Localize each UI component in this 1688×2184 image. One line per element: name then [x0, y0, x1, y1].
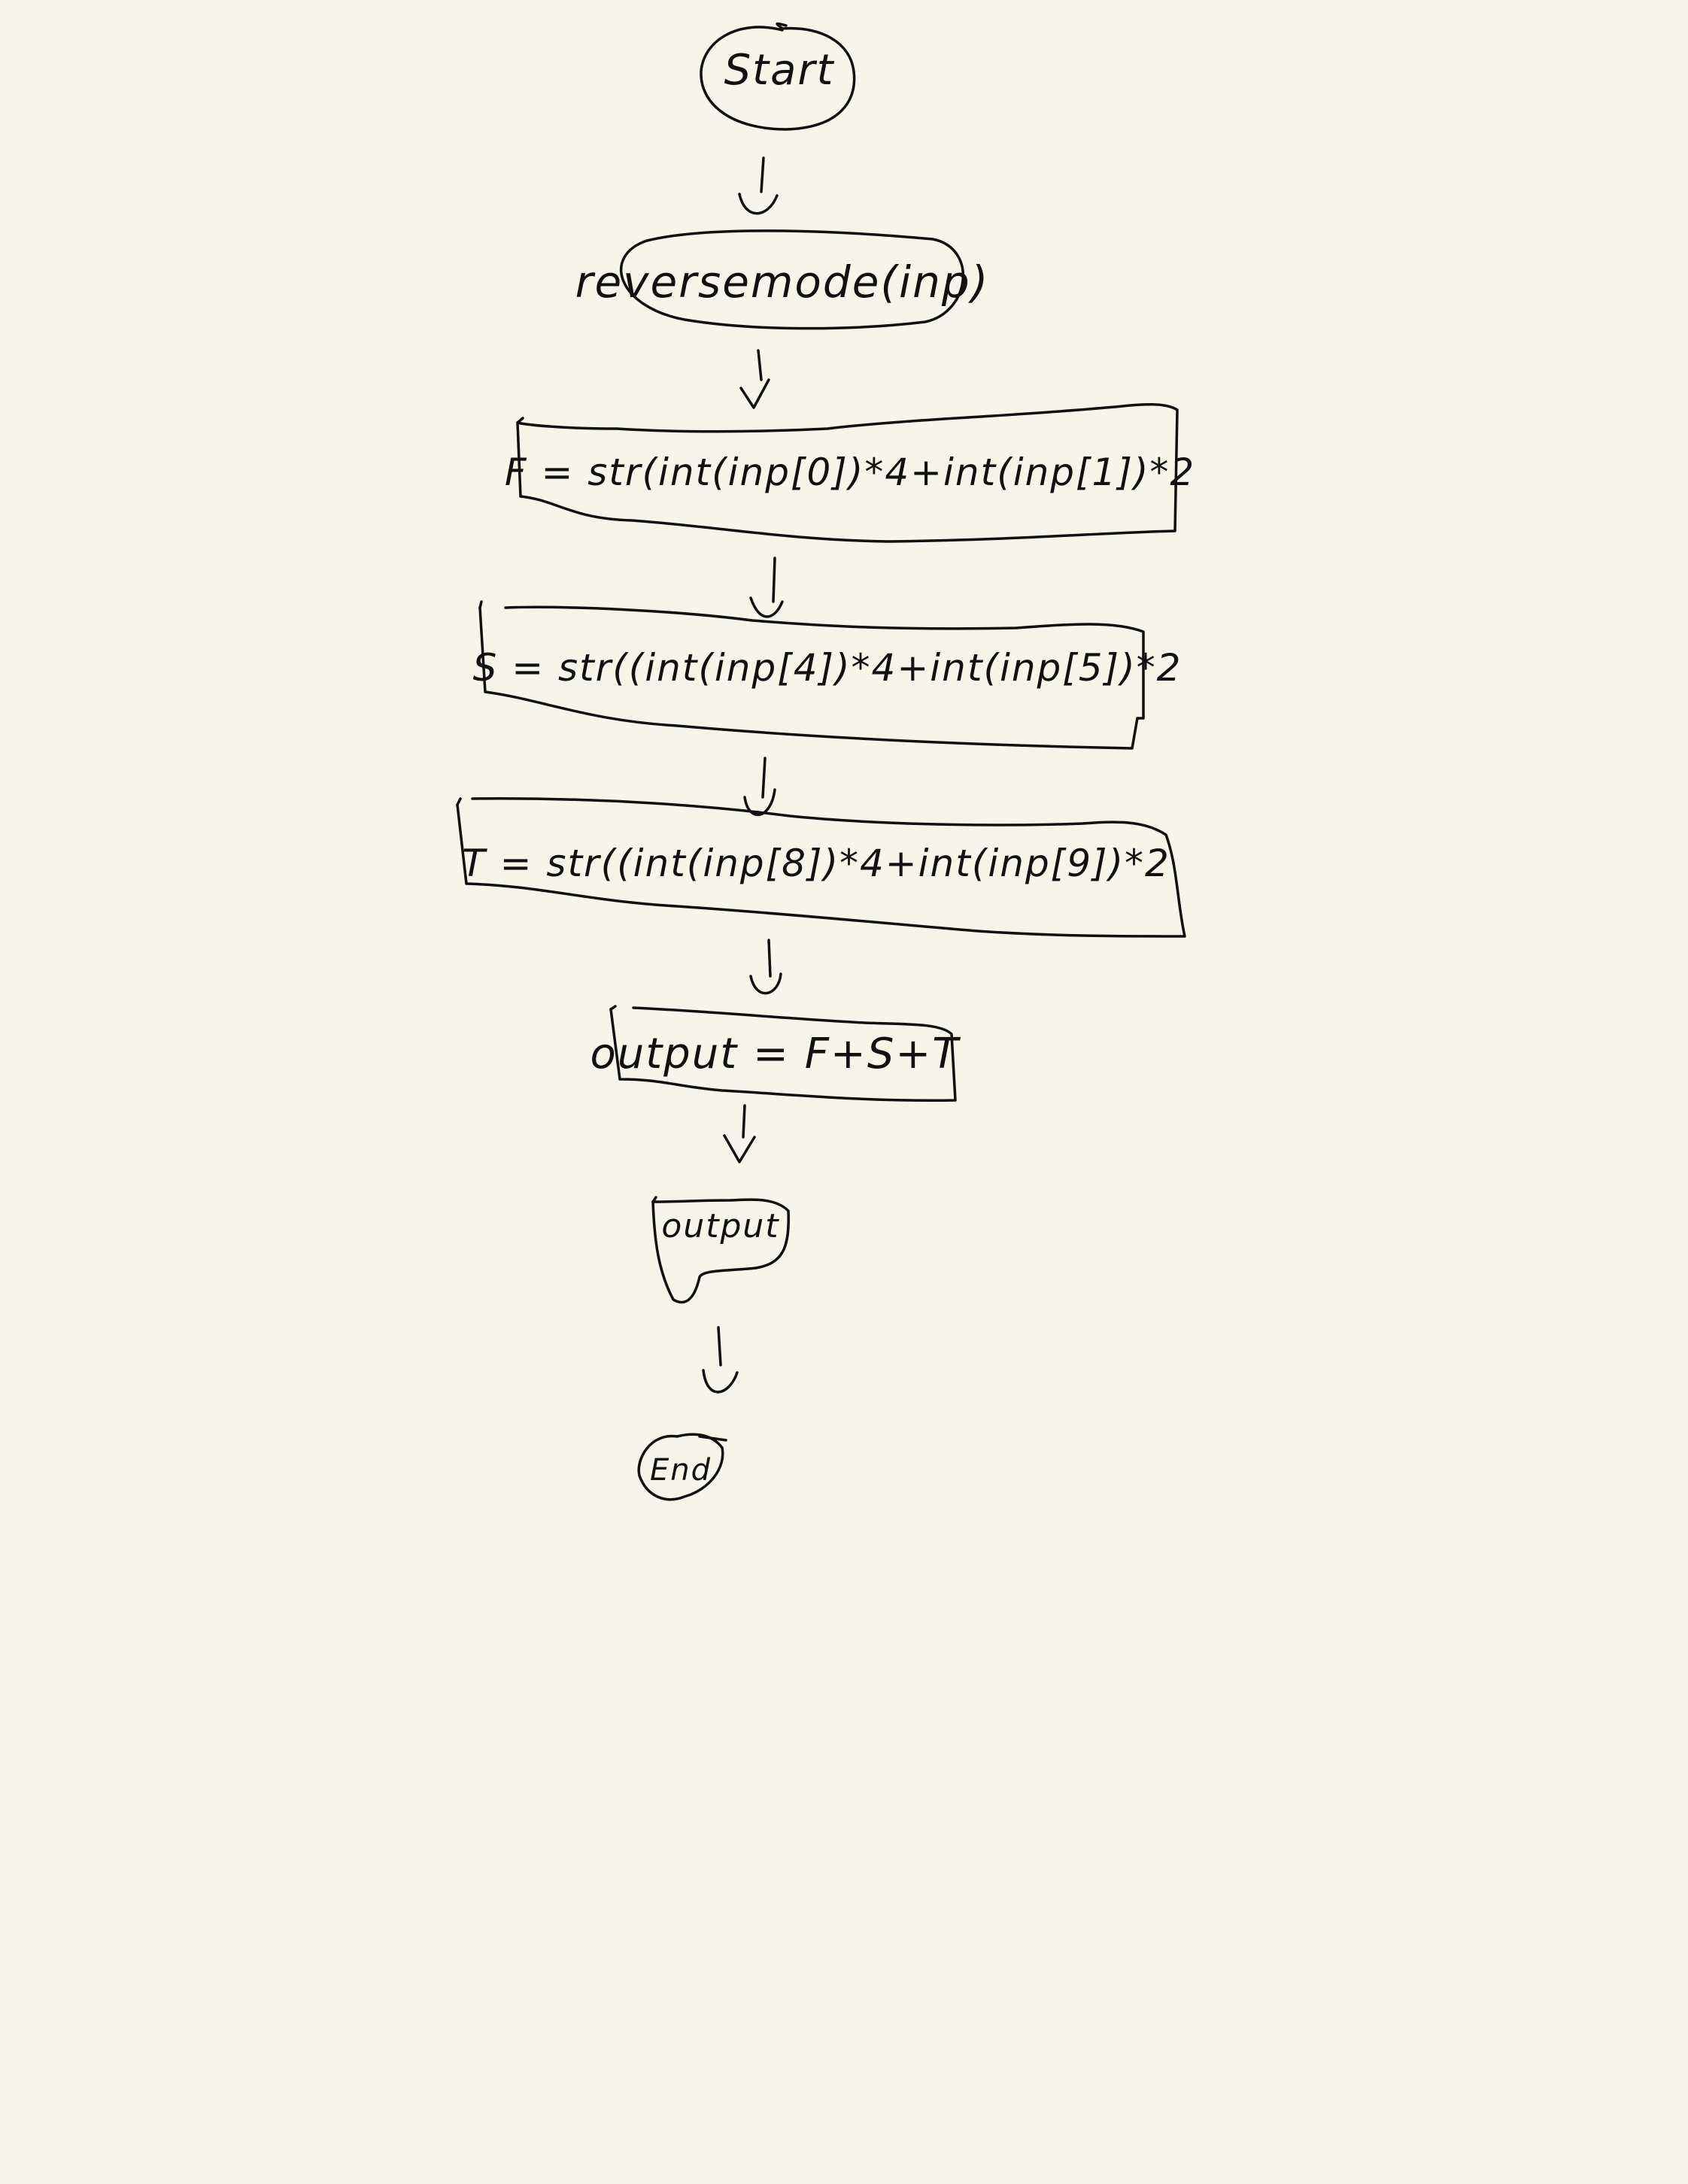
arrow-output-end [702, 1326, 739, 1394]
node-output-label: output [661, 1207, 779, 1245]
arrow-t-outassign [749, 939, 782, 995]
node-f: F = str(int(inp[0])*4+int(inp[1])*2 [505, 403, 1195, 543]
node-reverse-label: reversemode(inp) [575, 256, 990, 308]
arrow-f-s [749, 557, 784, 618]
flowchart: Start reversemode(inp) F = str(int(inp[0… [456, 22, 1195, 1501]
node-t-label: T = str((int(inp[8])*4+int(inp[9])*2 [462, 842, 1170, 885]
node-reverse: reversemode(inp) [575, 229, 990, 330]
node-t: T = str((int(inp[8])*4+int(inp[9])*2 [456, 797, 1186, 938]
node-s-label: S = str((int(inp[4])*4+int(inp[5])*2 [473, 646, 1183, 690]
node-end-label: End [650, 1453, 712, 1488]
node-s: S = str((int(inp[4])*4+int(inp[5])*2 [473, 600, 1183, 750]
arrow-s-t [743, 757, 776, 817]
arrow-reverse-f [739, 349, 770, 409]
node-out-assign-label: output = F+S+T [590, 1030, 961, 1078]
node-output: output [651, 1196, 790, 1304]
arrow-outassign-output [723, 1104, 756, 1163]
node-end: End [637, 1433, 727, 1501]
flowchart-page: Start reversemode(inp) F = str(int(inp[0… [0, 0, 1688, 2184]
arrow-start-reverse [738, 156, 779, 215]
node-f-label: F = str(int(inp[0])*4+int(inp[1])*2 [505, 450, 1195, 494]
node-start: Start [700, 22, 856, 131]
node-out-assign: output = F+S+T [590, 1005, 961, 1102]
node-start-label: Start [724, 46, 835, 95]
